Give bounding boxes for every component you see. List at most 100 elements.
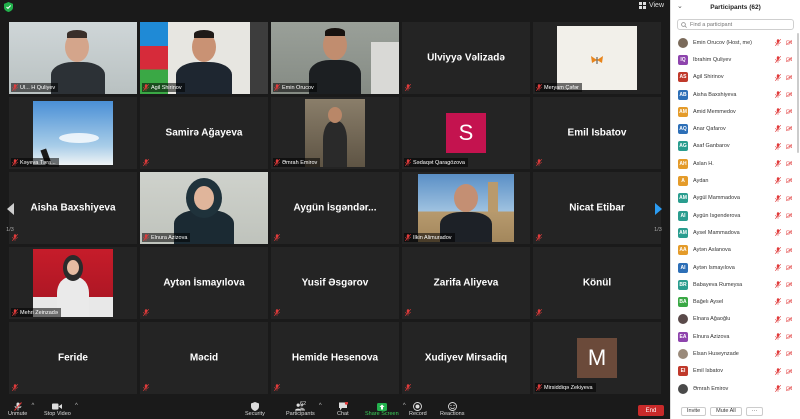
microphone-muted-icon[interactable] [775, 177, 781, 185]
participant-list-item[interactable]: AA Aytən Aslanova [671, 242, 800, 259]
share-screen-label: Share Screen [365, 411, 399, 417]
participant-tile[interactable]: Feride [9, 322, 137, 394]
participant-list-item[interactable]: BA Bağelı Aysel [671, 293, 800, 310]
participant-tile[interactable]: Aisha Baxshiyeva [9, 172, 137, 244]
search-input[interactable] [690, 21, 790, 28]
view-button[interactable]: View [638, 2, 664, 9]
participant-tile[interactable]: M Mirsiddiqə Zekiyeva [533, 322, 661, 394]
meeting-toolbar: Unmute ^ Stop Video ^ Security 62 Partic… [0, 401, 670, 419]
security-button[interactable]: Security [245, 402, 265, 417]
participant-list-item[interactable]: AM Amid Memmedov [671, 103, 800, 120]
microphone-muted-icon[interactable] [775, 229, 781, 237]
microphone-muted-icon[interactable] [775, 298, 781, 306]
participant-list-item[interactable]: EI Emil Isbatov [671, 363, 800, 380]
participant-tile[interactable]: Hemide Hesenova [271, 322, 399, 394]
mute-all-button[interactable]: Mute All [710, 406, 742, 416]
microphone-muted-icon[interactable] [775, 246, 781, 254]
microphone-muted-icon[interactable] [775, 56, 781, 64]
participant-tile[interactable]: Nicat Etibar [533, 172, 661, 244]
chat-button[interactable]: Chat [337, 402, 349, 417]
participant-tile[interactable]: S Sədaqət Qaragözova [402, 97, 530, 169]
participant-tile[interactable]: Agil Shirinov [140, 22, 268, 94]
participant-list-item[interactable]: AB Aisha Baxshiyeva [671, 86, 800, 103]
video-off-icon [786, 212, 792, 219]
microphone-muted-icon[interactable] [775, 142, 781, 150]
previous-page-button[interactable]: 1/3 [4, 193, 16, 239]
participant-tile[interactable]: Aytən İsmayılova [140, 247, 268, 319]
participant-tile[interactable]: Məcid [140, 322, 268, 394]
participant-tile[interactable]: Emil Isbatov [533, 97, 661, 169]
participant-list-item[interactable]: AM Aysel Mammadova [671, 224, 800, 241]
microphone-muted-icon[interactable] [775, 263, 781, 271]
stop-video-button[interactable]: Stop Video ^ [44, 402, 78, 417]
participant-list-item[interactable]: AG Asaf Ganbarov [671, 138, 800, 155]
participant-tile[interactable]: Xudiyev Mirsadiq [402, 322, 530, 394]
participant-tile[interactable]: Emin Orucov [271, 22, 399, 94]
microphone-muted-icon[interactable] [775, 160, 781, 168]
participant-list-item[interactable]: Emin Orucov (Host, me) [671, 34, 800, 51]
microphone-muted-icon[interactable] [775, 281, 781, 289]
microphone-muted-icon[interactable] [775, 73, 781, 81]
participant-list-item[interactable]: AI Aytən Ismayılova [671, 259, 800, 276]
participant-tile[interactable]: Əmrah Emirov [271, 97, 399, 169]
microphone-muted-icon[interactable] [775, 333, 781, 341]
caret-up-icon[interactable]: ^ [319, 403, 322, 409]
participant-list-item[interactable]: IQ Ibrahim Quliyev [671, 51, 800, 68]
microphone-muted-icon[interactable] [775, 384, 781, 392]
participant-tile[interactable]: Ülviyyə Vəlizadə [402, 22, 530, 94]
microphone-muted-icon[interactable] [775, 211, 781, 219]
participant-list-scrollbar[interactable] [797, 33, 799, 153]
participant-tile[interactable]: Samirə Ağayeva [140, 97, 268, 169]
microphone-muted-icon[interactable] [775, 315, 781, 323]
microphone-muted-icon[interactable] [775, 367, 781, 375]
caret-up-icon[interactable]: ^ [31, 403, 34, 409]
participant-name: Elnara Ağaoğlu [693, 316, 731, 323]
more-options-button[interactable]: ··· [745, 406, 764, 416]
participant-tile[interactable]: Aygün İsgəndər... [271, 172, 399, 244]
caret-up-icon[interactable]: ^ [75, 403, 78, 409]
participant-tile[interactable]: Elnura Azizova [140, 172, 268, 244]
participant-tile[interactable]: Yusif Əsgərov [271, 247, 399, 319]
participant-tile[interactable]: Ul... H Quliyev [9, 22, 137, 94]
participant-tile[interactable]: Meryam Çəfər [533, 22, 661, 94]
microphone-muted-icon[interactable] [775, 350, 781, 358]
participant-search[interactable] [677, 19, 794, 30]
participant-tile[interactable]: Mehri Zeinzadə [9, 247, 137, 319]
participants-button[interactable]: 62 Participants ^ [286, 401, 322, 417]
participant-list-item[interactable]: AM Aygül Mammadova [671, 190, 800, 207]
participant-list-item[interactable]: Elsan Huseynzade [671, 345, 800, 362]
end-meeting-button[interactable]: End [638, 405, 664, 416]
participant-tile[interactable]: Könül [533, 247, 661, 319]
unmute-button[interactable]: Unmute ^ [8, 402, 34, 417]
encryption-shield-icon[interactable] [4, 2, 13, 12]
invite-button[interactable]: Invite [681, 406, 707, 416]
caret-up-icon[interactable]: ^ [403, 403, 406, 409]
participant-list-item[interactable]: AQ Anar Qafarov [671, 120, 800, 137]
microphone-muted-icon[interactable] [775, 108, 781, 116]
microphone-muted-icon[interactable] [775, 90, 781, 98]
participant-tile[interactable]: Kəyeva Təra... [9, 97, 137, 169]
participant-list-item[interactable]: AS Agil Shirinov [671, 69, 800, 86]
reactions-button[interactable]: Reactions [440, 402, 464, 417]
participant-avatar: EI [678, 366, 688, 377]
participant-list-item[interactable]: AI Aygün Isgenderova [671, 207, 800, 224]
microphone-muted-icon [274, 384, 280, 391]
participant-avatar: AM [678, 193, 688, 204]
participant-list-item[interactable]: BR Babayeva Rumeysa [671, 276, 800, 293]
collapse-chevron-icon[interactable]: ⌄ [677, 2, 683, 10]
share-screen-button[interactable]: Share Screen ^ [365, 402, 406, 417]
page-indicator-right: 1/3 [654, 227, 662, 233]
participant-list-item[interactable]: A Aydan [671, 172, 800, 189]
participant-list-item[interactable]: EA Elnura Azizova [671, 328, 800, 345]
microphone-muted-icon [536, 84, 542, 91]
microphone-muted-icon[interactable] [775, 39, 781, 46]
next-page-button[interactable]: 1/3 [652, 193, 664, 239]
participant-tile[interactable]: Zarifa Aliyeva [402, 247, 530, 319]
microphone-muted-icon[interactable] [775, 194, 781, 202]
record-button[interactable]: Record [409, 402, 427, 417]
participant-list-item[interactable]: Elnara Ağaoğlu [671, 311, 800, 328]
microphone-muted-icon[interactable] [775, 125, 781, 133]
participant-list-item[interactable]: AH Aslan H. [671, 155, 800, 172]
participant-tile[interactable]: Ilkin Alimuradov [402, 172, 530, 244]
participant-list-item[interactable]: Əmrah Emirov [671, 380, 800, 397]
